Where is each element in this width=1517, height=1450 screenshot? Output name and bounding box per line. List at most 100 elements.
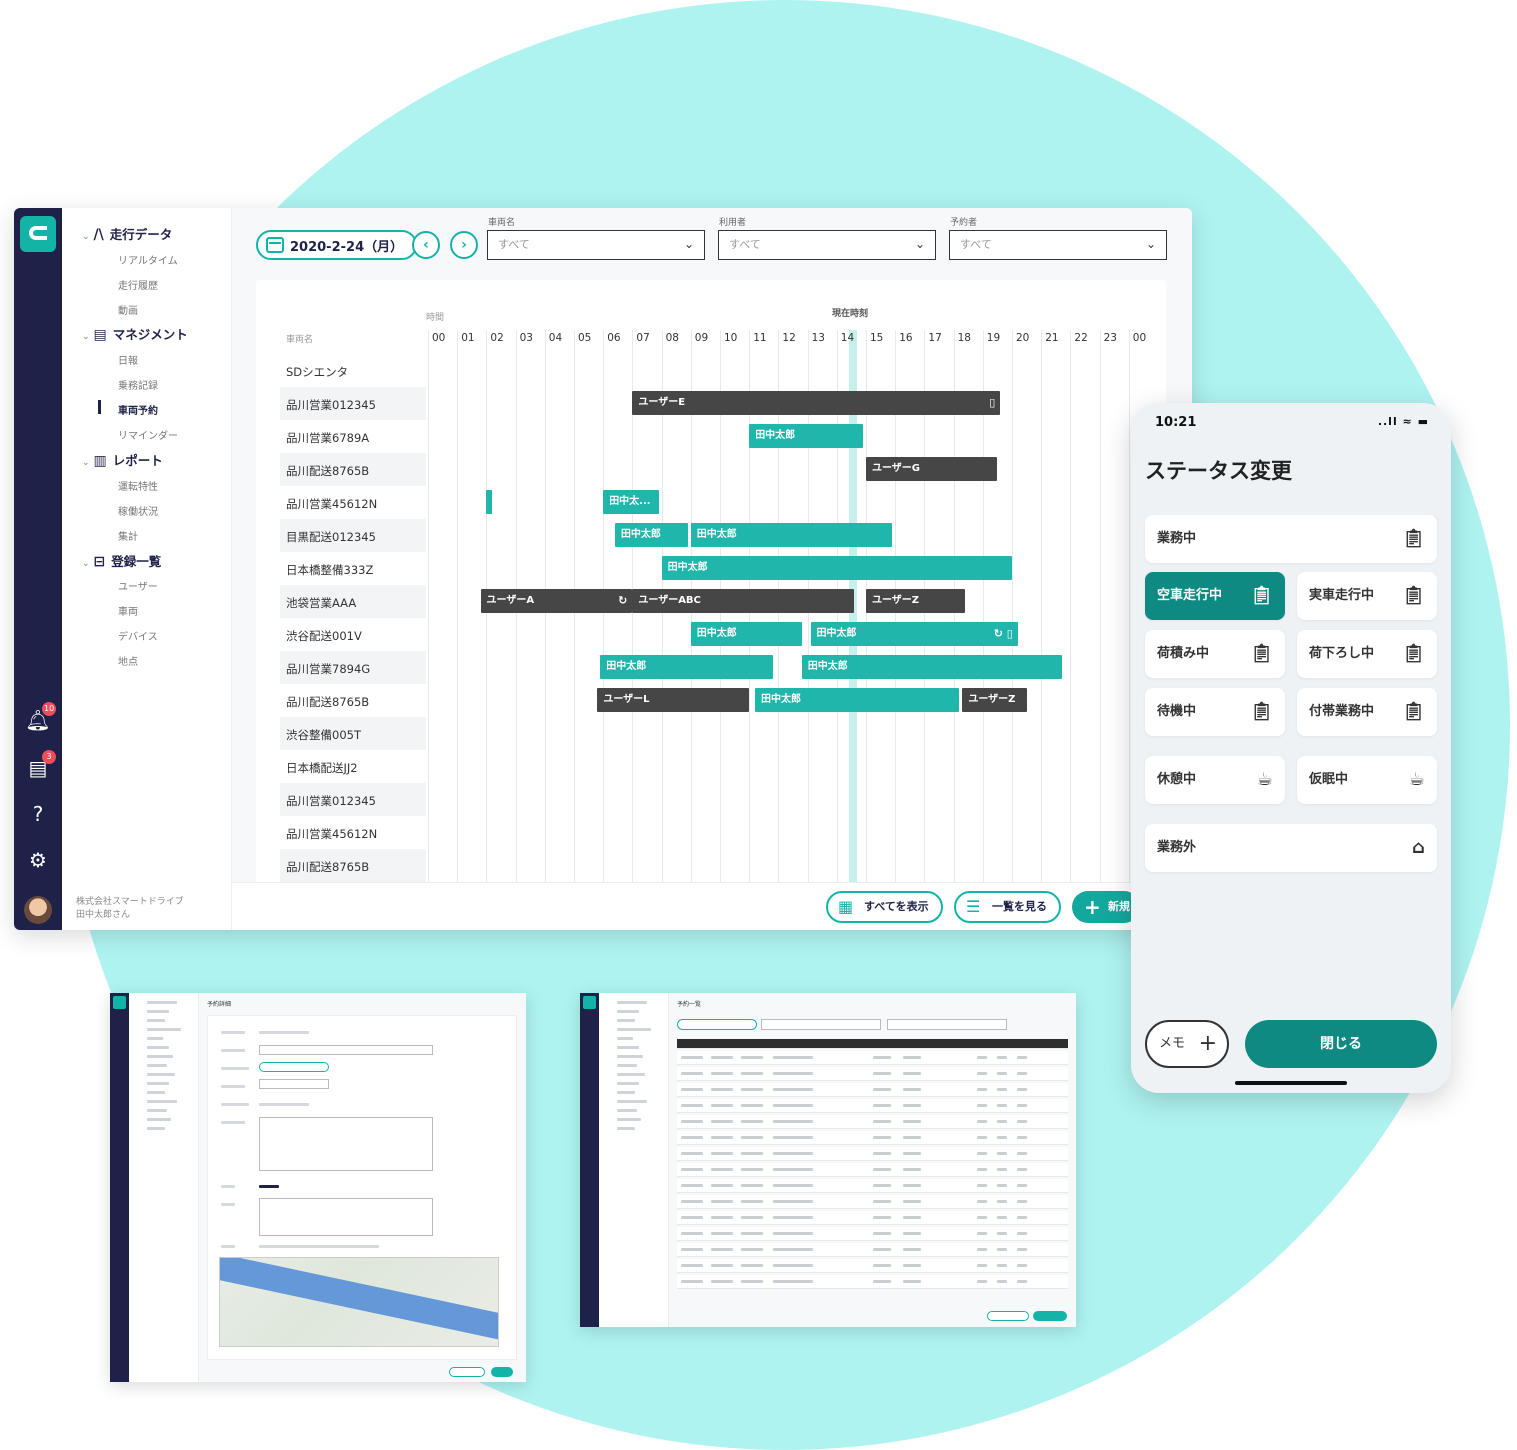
reservation-bar[interactable]: ユーザーL — [597, 688, 750, 712]
app-logo[interactable] — [20, 216, 56, 252]
reservation-bar[interactable]: 田中太郎 — [755, 688, 960, 712]
sidebar-item-vehicle-reservation[interactable]: 車両予約 — [98, 400, 158, 417]
memo-label: メモ — [1159, 1036, 1186, 1051]
memo-button[interactable]: メモ + — [1145, 1020, 1229, 1068]
gear-icon[interactable]: ⚙ — [14, 846, 62, 874]
prev-day-button[interactable]: ‹ — [412, 231, 440, 259]
reservation-bar[interactable]: 田中太郎 — [661, 556, 1012, 580]
user-filter-select[interactable]: すべて ⌄ — [718, 230, 936, 260]
reservation-bar[interactable]: ユーザーE ▯ — [632, 391, 1001, 415]
reservation-bar[interactable] — [486, 490, 493, 514]
status-empty-driving[interactable]: 空車走行中 📋︎ — [1145, 572, 1285, 620]
view-list-label: 一覧を見る — [992, 900, 1047, 913]
reserver-filter-select[interactable]: すべて ⌄ — [949, 230, 1167, 260]
nav-group-management[interactable]: ⌄ ▤ マネジメント — [82, 324, 188, 343]
status-unloading[interactable]: 荷下ろし中 📋︎ — [1297, 630, 1437, 678]
reservation-bar[interactable]: 田中太郎 — [600, 655, 773, 679]
vehicle-name[interactable]: 目黒配送012345 — [286, 529, 376, 545]
vehicle-name[interactable]: 品川配送8765B — [286, 859, 369, 875]
sync-doc-icon[interactable]: ↻ ▯ — [994, 622, 1013, 646]
sidebar-item-video[interactable]: 動画 — [118, 302, 138, 317]
nav-group-driving-data[interactable]: ⌄/\ 走行データ — [82, 224, 172, 243]
document-icon[interactable]: ▯ — [989, 391, 995, 415]
help-icon[interactable]: ? — [14, 800, 62, 828]
hour-label: 01 — [461, 332, 475, 344]
reservation-bar[interactable]: ユーザーG — [866, 457, 998, 481]
status-label: 付帯業務中 — [1309, 704, 1375, 719]
sidebar-item-driving-characteristics[interactable]: 運転特性 — [118, 478, 158, 493]
reservation-bar[interactable]: 田中太郎 — [801, 655, 1062, 679]
vehicle-name[interactable]: 品川営業45612N — [286, 826, 377, 842]
vehicle-name[interactable]: 品川配送8765B — [286, 694, 369, 710]
chevron-down-icon: ⌄ — [82, 559, 90, 569]
close-button[interactable]: 閉じる — [1245, 1020, 1437, 1068]
reservation-bar[interactable]: 田中太郎 — [690, 523, 893, 547]
view-list-button[interactable]: ☰ 一覧を見る — [954, 891, 1061, 923]
nav-group-label: レポート — [112, 453, 163, 468]
bell-icon[interactable]: 🔔︎ 10 — [14, 702, 62, 734]
vehicle-name[interactable]: 品川営業012345 — [286, 793, 376, 809]
sync-icon[interactable]: ↻ — [618, 589, 627, 613]
clipboard-icon: 📋︎ — [1250, 701, 1273, 722]
phone-status-screen: 10:21 ..ll ≈ ▬ ステータス変更 業務中 📋︎ 空車走行中 📋︎ 実… — [1131, 403, 1451, 1093]
new-reservation-button[interactable]: + 新規 — [1072, 891, 1140, 923]
sidebar-item-crew-record[interactable]: 乗務記録 — [118, 377, 158, 392]
sidebar-item-devices[interactable]: デバイス — [118, 628, 158, 643]
sidebar-item-daily-report[interactable]: 日報 — [118, 352, 138, 367]
sidebar-item-reminder[interactable]: リマインダー — [118, 427, 178, 442]
status-waiting[interactable]: 待機中 📋︎ — [1145, 688, 1285, 736]
reservation-bar[interactable]: 田中太郎 ↻ ▯ — [810, 622, 1018, 646]
reservation-label: 田中太郎 — [761, 694, 802, 705]
reservation-bar[interactable]: ユーザーZ — [962, 688, 1027, 712]
hour-label: 06 — [607, 332, 621, 344]
nav-group-report[interactable]: ⌄ ▥ レポート — [82, 450, 163, 469]
status-nap[interactable]: 仮眠中 ☕︎ — [1297, 756, 1437, 804]
vehicle-name[interactable]: 日本橋整備333Z — [286, 562, 373, 578]
vehicle-name[interactable]: 日本橋配送JJ2 — [286, 760, 358, 776]
vehicle-name[interactable]: 渋谷配送001V — [286, 628, 362, 644]
reservation-label: ユーザーZ — [872, 595, 920, 606]
reservation-bar[interactable]: ユーザーZ — [866, 589, 966, 613]
sidebar-item-realtime[interactable]: リアルタイム — [118, 252, 178, 267]
hour-gridline — [1099, 330, 1101, 890]
reservation-bar[interactable]: 田中太郎 — [749, 424, 864, 448]
chevron-down-icon: ⌄ — [1145, 237, 1156, 251]
status-ancillary-work[interactable]: 付帯業務中 📋︎ — [1297, 688, 1437, 736]
sidebar-item-summary[interactable]: 集計 — [118, 528, 138, 543]
chevron-down-icon: ⌄ — [683, 237, 694, 251]
reservation-bar[interactable]: 田中太郎 — [690, 622, 802, 646]
clipboard-icon: ▤ — [93, 327, 107, 343]
status-break[interactable]: 休憩中 ☕︎ — [1145, 756, 1285, 804]
vehicle-name[interactable]: 品川営業7894G — [286, 661, 370, 677]
status-off-duty[interactable]: 業務外 ⌂ — [1145, 824, 1437, 872]
sidebar-item-history[interactable]: 走行履歴 — [118, 277, 158, 292]
sidebar-item-operation-status[interactable]: 稼働状況 — [118, 503, 158, 518]
document-icon[interactable]: ▤ 3 — [14, 750, 62, 782]
vehicle-filter-select[interactable]: すべて ⌄ — [487, 230, 705, 260]
signal-wifi-battery-icon: ..ll ≈ ▬ — [1377, 415, 1429, 428]
vehicle-name[interactable]: 品川営業6789A — [286, 430, 369, 446]
chevron-down-icon: ⌄ — [82, 332, 90, 342]
show-all-button[interactable]: ▦ すべてを表示 — [826, 891, 943, 923]
avatar[interactable] — [24, 896, 52, 924]
status-loaded-driving[interactable]: 実車走行中 📋︎ — [1297, 572, 1437, 620]
vehicle-name[interactable]: 品川配送8765B — [286, 463, 369, 479]
vehicle-name[interactable]: 池袋営業AAA — [286, 595, 356, 611]
vehicle-name[interactable]: 品川営業45612N — [286, 496, 377, 512]
status-loading[interactable]: 荷積み中 📋︎ — [1145, 630, 1285, 678]
reservation-bar[interactable]: ユーザーABC — [632, 589, 855, 613]
next-day-button[interactable]: › — [450, 231, 478, 259]
sidebar-item-users[interactable]: ユーザー — [118, 578, 158, 593]
nav-group-registry[interactable]: ⌄ ⊟ 登録一覧 — [82, 551, 161, 570]
reservation-bar[interactable]: ユーザーA ↻ — [480, 589, 633, 613]
vehicle-name[interactable]: SDシエンタ — [286, 364, 348, 380]
vehicle-name[interactable]: 品川営業012345 — [286, 397, 376, 413]
status-working[interactable]: 業務中 📋︎ — [1145, 515, 1437, 563]
sidebar-item-locations[interactable]: 地点 — [118, 653, 138, 668]
status-label: 荷積み中 — [1157, 646, 1210, 661]
sidebar-item-vehicles[interactable]: 車両 — [118, 603, 138, 618]
reservation-bar[interactable]: 田中太郎 — [614, 523, 688, 547]
date-picker[interactable]: 2020-2-24（月） — [256, 230, 418, 260]
reservation-bar[interactable]: 田中太... — [603, 490, 659, 514]
vehicle-name[interactable]: 渋谷整備005T — [286, 727, 361, 743]
